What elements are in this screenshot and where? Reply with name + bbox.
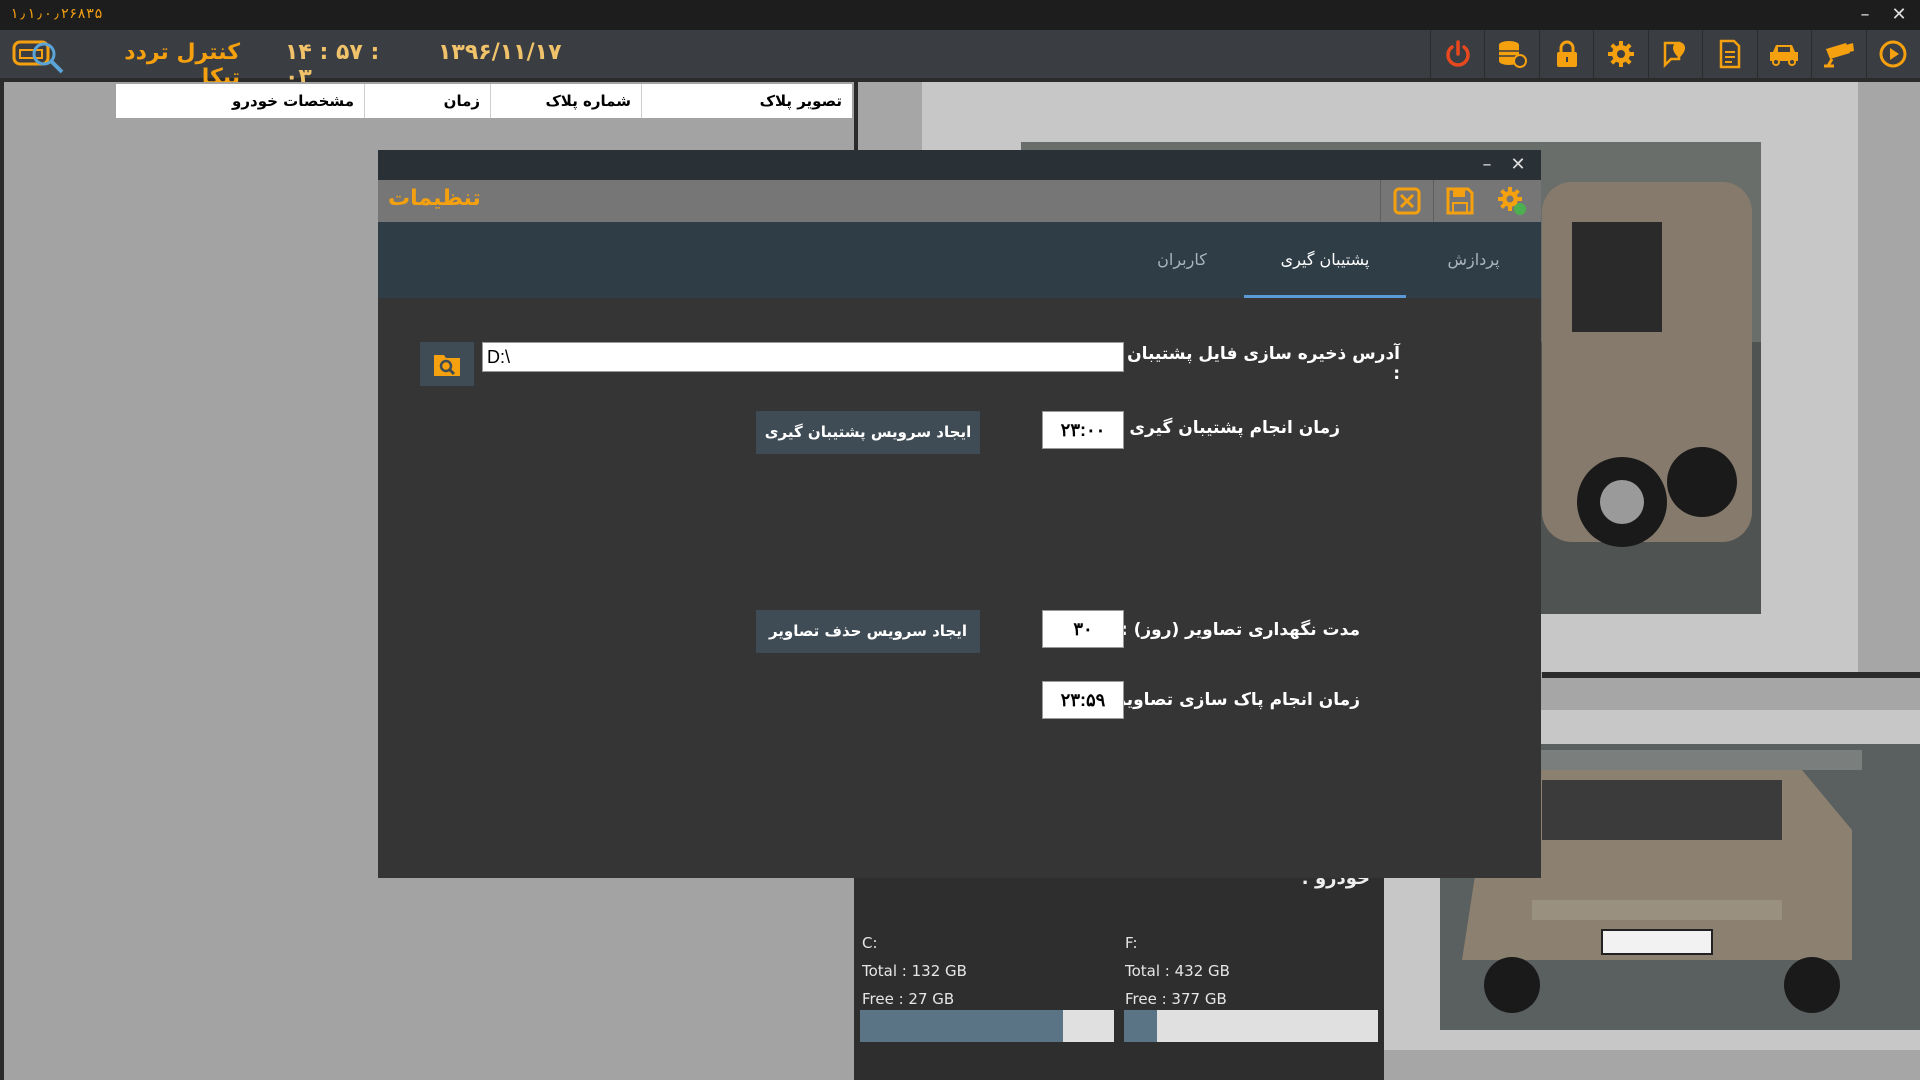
database-button[interactable] xyxy=(1484,30,1539,78)
drive-c-total: Total : 132 GB xyxy=(862,962,967,980)
dialog-cancel-button[interactable] xyxy=(1380,180,1433,222)
report-button[interactable] xyxy=(1702,30,1757,78)
backup-path-label: آدرس ذخیره سازی فایل پشتیبان : xyxy=(1127,344,1400,384)
lock-icon xyxy=(1556,40,1577,67)
tab-processing[interactable]: پردازش xyxy=(1406,222,1541,298)
dialog-header xyxy=(378,180,1541,222)
dialog-titlebar xyxy=(378,150,1541,180)
window-close-button[interactable]: ✕ xyxy=(1886,3,1912,27)
browse-folder-button[interactable] xyxy=(420,342,474,386)
panel-divider xyxy=(1542,672,1920,678)
tab-backup[interactable]: پشتیبان گیری xyxy=(1244,222,1406,298)
retention-days-input[interactable] xyxy=(1042,610,1124,648)
play-button[interactable] xyxy=(1865,30,1920,78)
retention-days-label: مدت نگهداری تصاویر (روز) : xyxy=(1120,620,1360,640)
lock-button[interactable] xyxy=(1538,30,1594,78)
dialog-settings-button[interactable] xyxy=(1486,180,1538,222)
toolbar xyxy=(1430,30,1920,78)
backup-time-input[interactable] xyxy=(1042,411,1124,449)
drive-c-name: C: xyxy=(862,934,878,952)
dialog-save-button[interactable] xyxy=(1433,180,1486,222)
column-header-vehicle-specs[interactable]: مشخصات خودرو xyxy=(122,84,364,118)
close-box-icon xyxy=(1393,187,1421,215)
power-button[interactable] xyxy=(1430,30,1485,78)
map-pin-icon xyxy=(1664,41,1686,69)
drive-f-name: F: xyxy=(1125,934,1138,952)
records-table-header: تصویر پلاک شماره پلاک زمان مشخصات خودرو xyxy=(116,84,852,118)
camera-icon xyxy=(1823,43,1854,68)
window-titlebar xyxy=(0,0,1920,30)
tab-users[interactable]: کاربران xyxy=(1120,222,1244,298)
column-header-time[interactable]: زمان xyxy=(364,84,490,118)
create-delete-service-button[interactable]: ایجاد سرویس حذف تصاویر xyxy=(756,610,980,653)
car-button[interactable] xyxy=(1756,30,1812,78)
drive-f-total: Total : 432 GB xyxy=(1125,962,1230,980)
drive-f-usage-fill xyxy=(1124,1010,1158,1042)
date: ۱۳۹۶/۱۱/۱۷ xyxy=(438,40,562,65)
drive-c-free: Free : 27 GB xyxy=(862,990,955,1008)
backup-path-input[interactable] xyxy=(482,342,1124,372)
database-icon xyxy=(1499,41,1528,68)
app-version: ۱٫۱٫۰٫۲۶۸۳۵ xyxy=(10,6,103,22)
column-header-plate-image[interactable]: تصویر پلاک xyxy=(641,84,852,118)
dialog-title: تنظیمات xyxy=(388,186,481,211)
dialog-close-button[interactable]: ✕ xyxy=(1505,153,1531,177)
play-icon xyxy=(1879,40,1907,68)
cleanup-time-input[interactable] xyxy=(1042,681,1124,719)
settings-refresh-icon xyxy=(1498,187,1526,215)
map-pin-button[interactable] xyxy=(1647,30,1703,78)
folder-search-icon xyxy=(434,355,460,376)
power-icon xyxy=(1446,40,1470,67)
create-backup-service-button[interactable]: ایجاد سرویس پشتیبان گیری xyxy=(756,411,980,454)
drive-f-usage-bar xyxy=(1124,1010,1378,1042)
settings-button[interactable] xyxy=(1593,30,1648,78)
column-header-plate-number[interactable]: شماره پلاک xyxy=(490,84,641,118)
drive-f-free: Free : 377 GB xyxy=(1125,990,1227,1008)
drive-c-usage-fill xyxy=(860,1010,1064,1042)
settings-icon xyxy=(1608,41,1635,67)
dialog-minimize-button[interactable]: – xyxy=(1474,153,1500,177)
cleanup-time-label: زمان انجام پاک سازی تصاویر : xyxy=(1103,690,1360,710)
car-icon xyxy=(1770,45,1799,66)
camera-button[interactable] xyxy=(1811,30,1866,78)
window-minimize-button[interactable]: – xyxy=(1852,3,1878,27)
report-icon xyxy=(1719,39,1741,69)
app-logo-icon xyxy=(8,32,68,76)
backup-time-label: زمان انجام پشتیبان گیری : xyxy=(1116,418,1340,438)
drive-c-usage-bar xyxy=(860,1010,1114,1042)
save-icon xyxy=(1446,187,1474,215)
